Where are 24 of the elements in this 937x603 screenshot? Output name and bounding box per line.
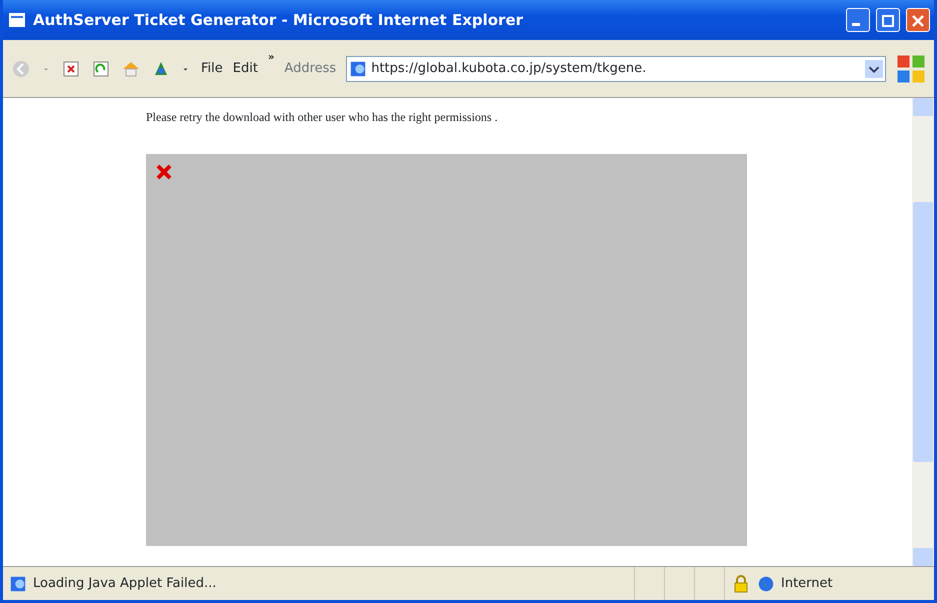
minimize-button[interactable] xyxy=(846,8,870,32)
maximize-button[interactable] xyxy=(876,8,900,32)
message-text: Please retry the download with other user who has the right permissions . xyxy=(146,109,499,126)
stop-icon[interactable] xyxy=(61,58,81,78)
overflow-chevron[interactable]: » xyxy=(268,50,274,65)
address-field[interactable]: https://global.kubota.co.jp/system/tkgene. xyxy=(346,56,886,82)
zone-text: Internet xyxy=(781,574,833,593)
scrollbar[interactable] xyxy=(912,98,934,566)
close-button[interactable] xyxy=(906,8,930,32)
window-title: AuthServer Ticket Generator - Microsoft Internet Explorer xyxy=(33,10,524,31)
app-icon xyxy=(7,10,27,30)
page-icon xyxy=(349,60,368,78)
windows-logo-icon xyxy=(896,54,926,84)
status-text: Loading Java Applet Failed... xyxy=(33,574,216,593)
menu-item[interactable]: File xyxy=(201,58,223,78)
address-label: Address xyxy=(284,60,336,78)
close-icon xyxy=(911,14,925,28)
refresh-icon[interactable] xyxy=(91,58,111,78)
minimize-icon xyxy=(852,23,860,26)
menu-item[interactable]: Edit xyxy=(232,58,258,78)
dropdown-icon[interactable] xyxy=(865,60,883,78)
page-icon xyxy=(9,574,27,592)
globe-icon xyxy=(757,574,775,592)
maximize-icon xyxy=(881,14,895,28)
